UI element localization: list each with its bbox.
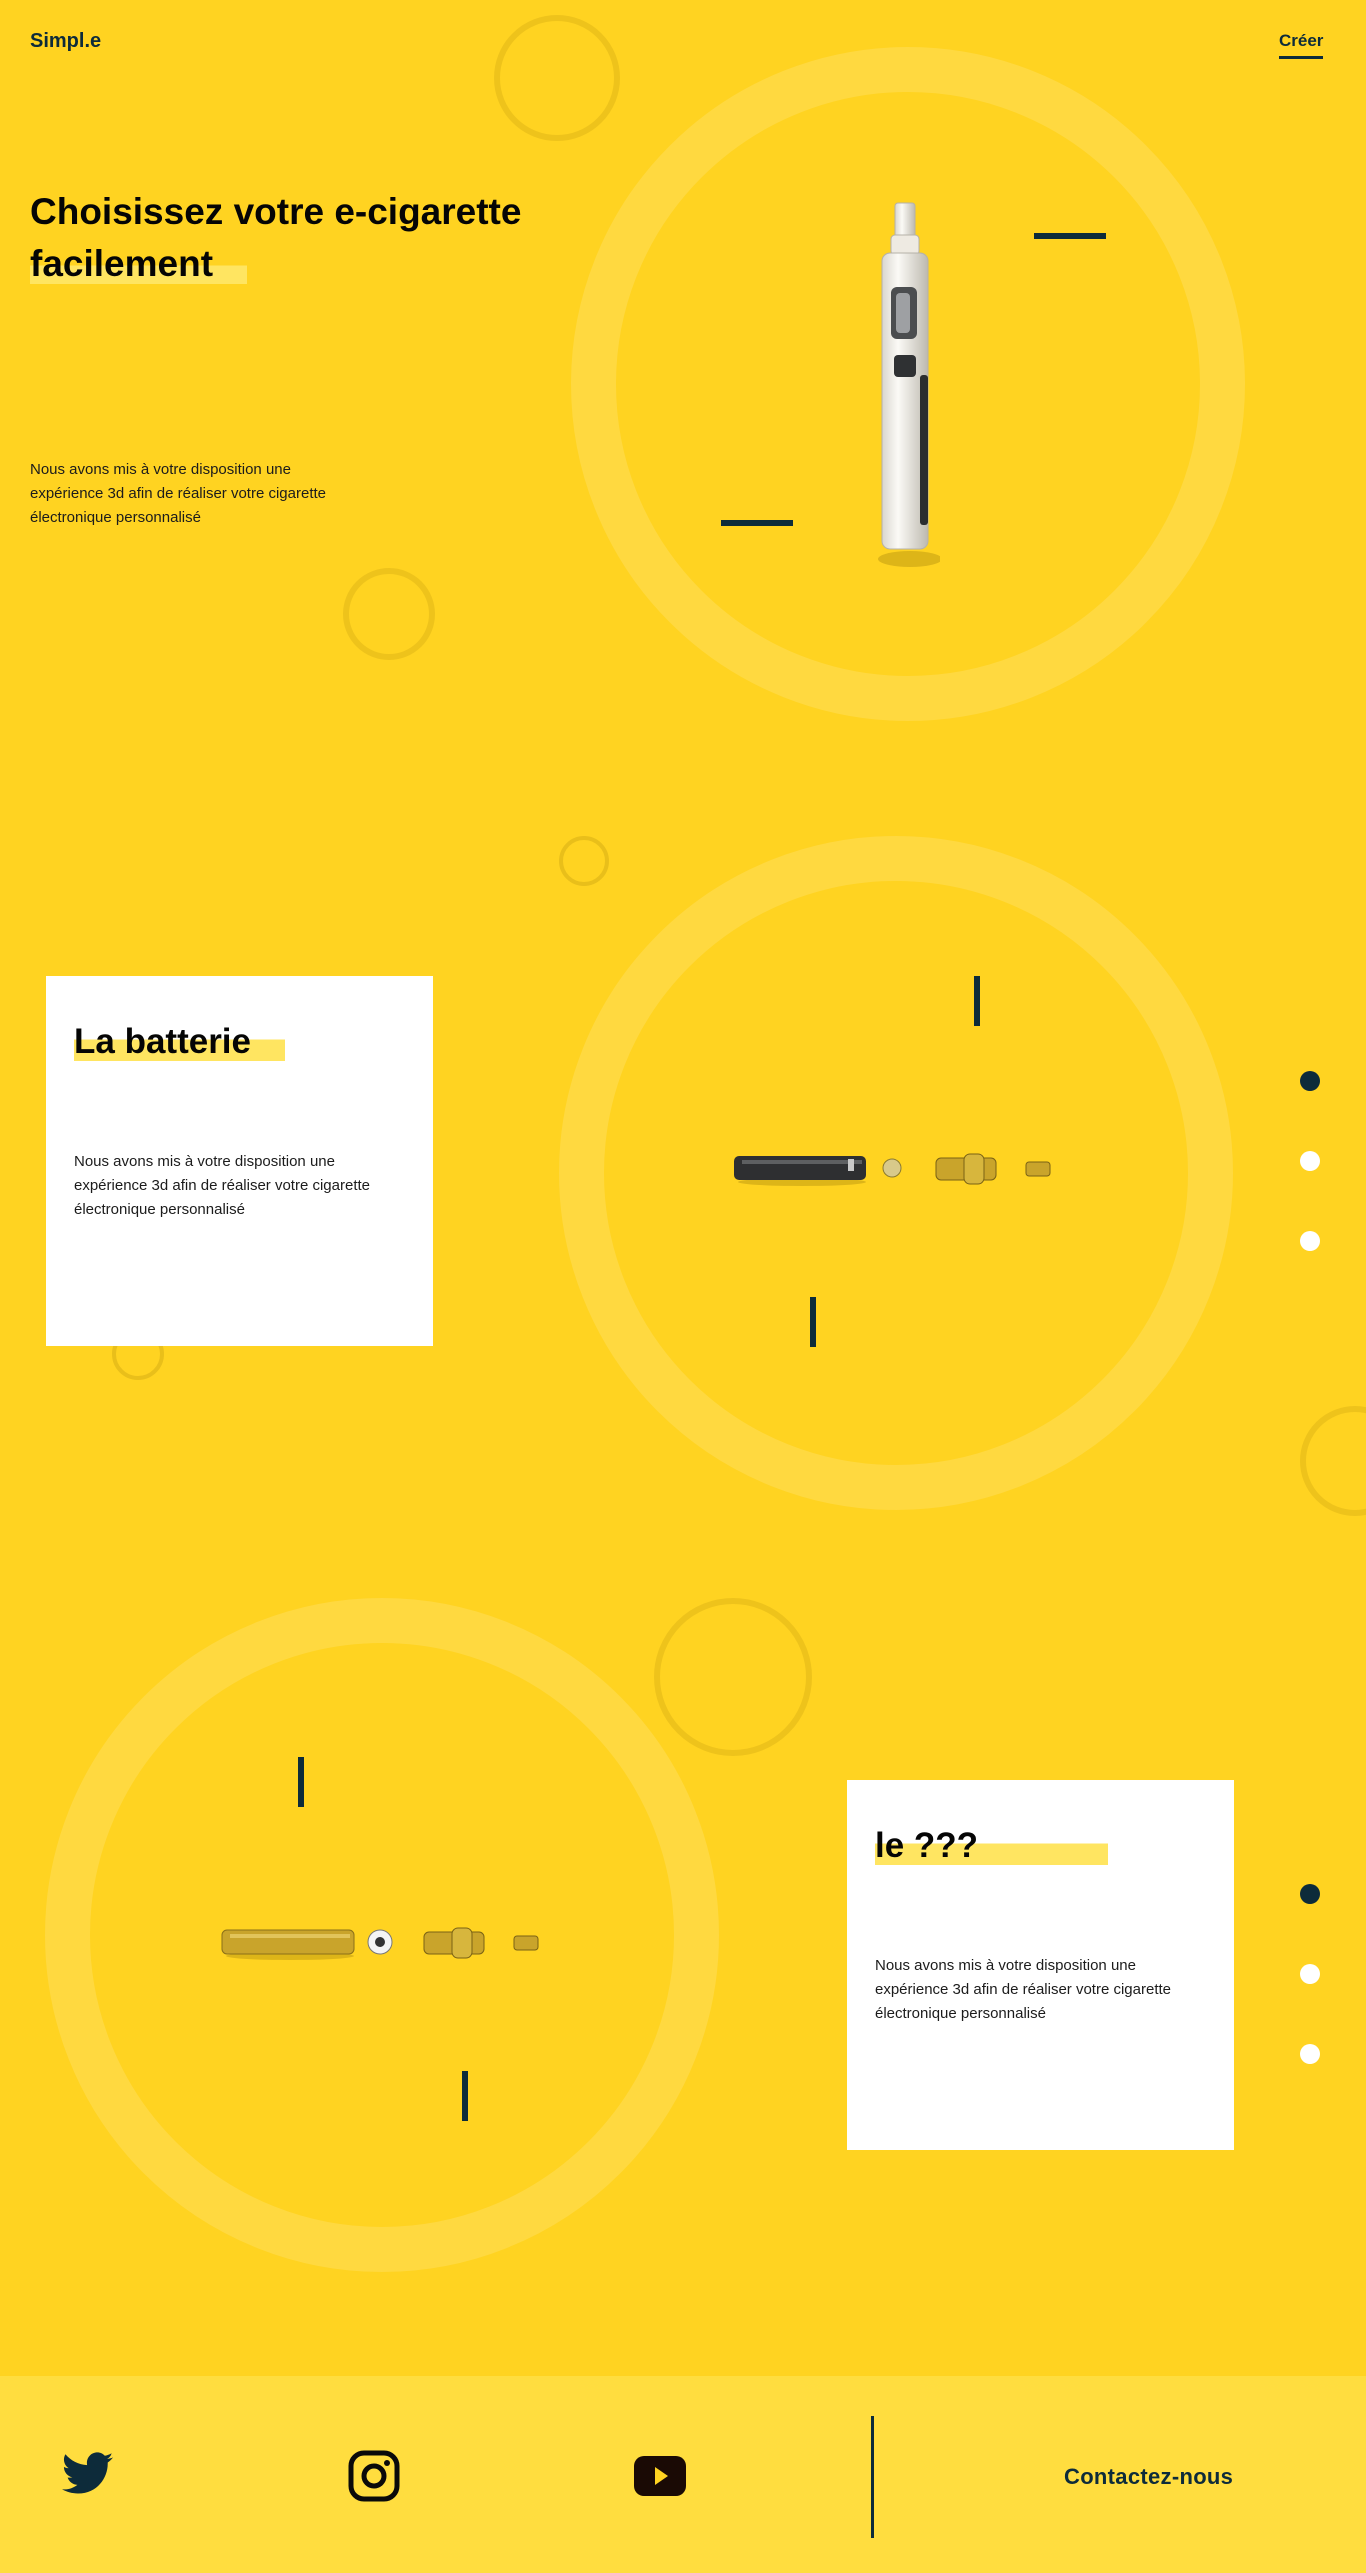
hero-title-line1: Choisissez votre e-cigarette (30, 191, 522, 232)
ecigarette-exploded-dark-image (734, 1153, 1051, 1186)
decorative-ring (494, 15, 620, 141)
pager-dot-1[interactable] (1300, 1071, 1320, 1091)
instagram-icon[interactable] (348, 2450, 400, 2507)
decorative-ring (654, 1598, 812, 1756)
ecigarette-exploded-gold-image (221, 1927, 539, 1960)
unknown-card: le ??? Nous avons mis à votre dispositio… (847, 1780, 1234, 2150)
accent-dash (974, 976, 980, 1026)
youtube-icon[interactable] (634, 2456, 686, 2501)
accent-dash (810, 1297, 816, 1347)
accent-dash (462, 2071, 468, 2121)
create-link[interactable]: Créer (1279, 31, 1324, 59)
decorative-ring (559, 836, 609, 886)
accent-dash (298, 1757, 304, 1807)
twitter-icon[interactable] (61, 2452, 114, 2501)
battery-title: La batterie (74, 1022, 285, 1062)
battery-card: La batterie Nous avons mis à votre dispo… (46, 976, 433, 1346)
decorative-ring (1300, 1406, 1366, 1516)
hero-title: Choisissez votre e-cigarette facilement (30, 186, 630, 290)
accent-dash (1034, 233, 1106, 239)
unknown-description: Nous avons mis à votre disposition une e… (875, 1957, 1172, 2022)
unknown-title: le ??? (875, 1826, 1109, 1866)
decorative-ring (343, 568, 435, 660)
footer-separator (871, 2416, 874, 2538)
pager-dot-2[interactable] (1300, 1964, 1320, 1984)
pager-dot-2[interactable] (1300, 1151, 1320, 1171)
logo[interactable]: Simpl.e (30, 30, 101, 53)
contact-link[interactable]: Contactez-nous (1064, 2464, 1233, 2490)
accent-dash (721, 520, 793, 526)
battery-description: Nous avons mis à votre disposition une e… (74, 1153, 371, 1218)
hero-description: Nous avons mis à votre disposition une e… (30, 461, 327, 526)
pager-dot-3[interactable] (1300, 2044, 1320, 2064)
pager-dot-3[interactable] (1300, 1231, 1320, 1251)
pager-dot-1[interactable] (1300, 1884, 1320, 1904)
hero-title-line2: facilement (30, 243, 248, 284)
ecigarette-device-image (878, 202, 940, 567)
